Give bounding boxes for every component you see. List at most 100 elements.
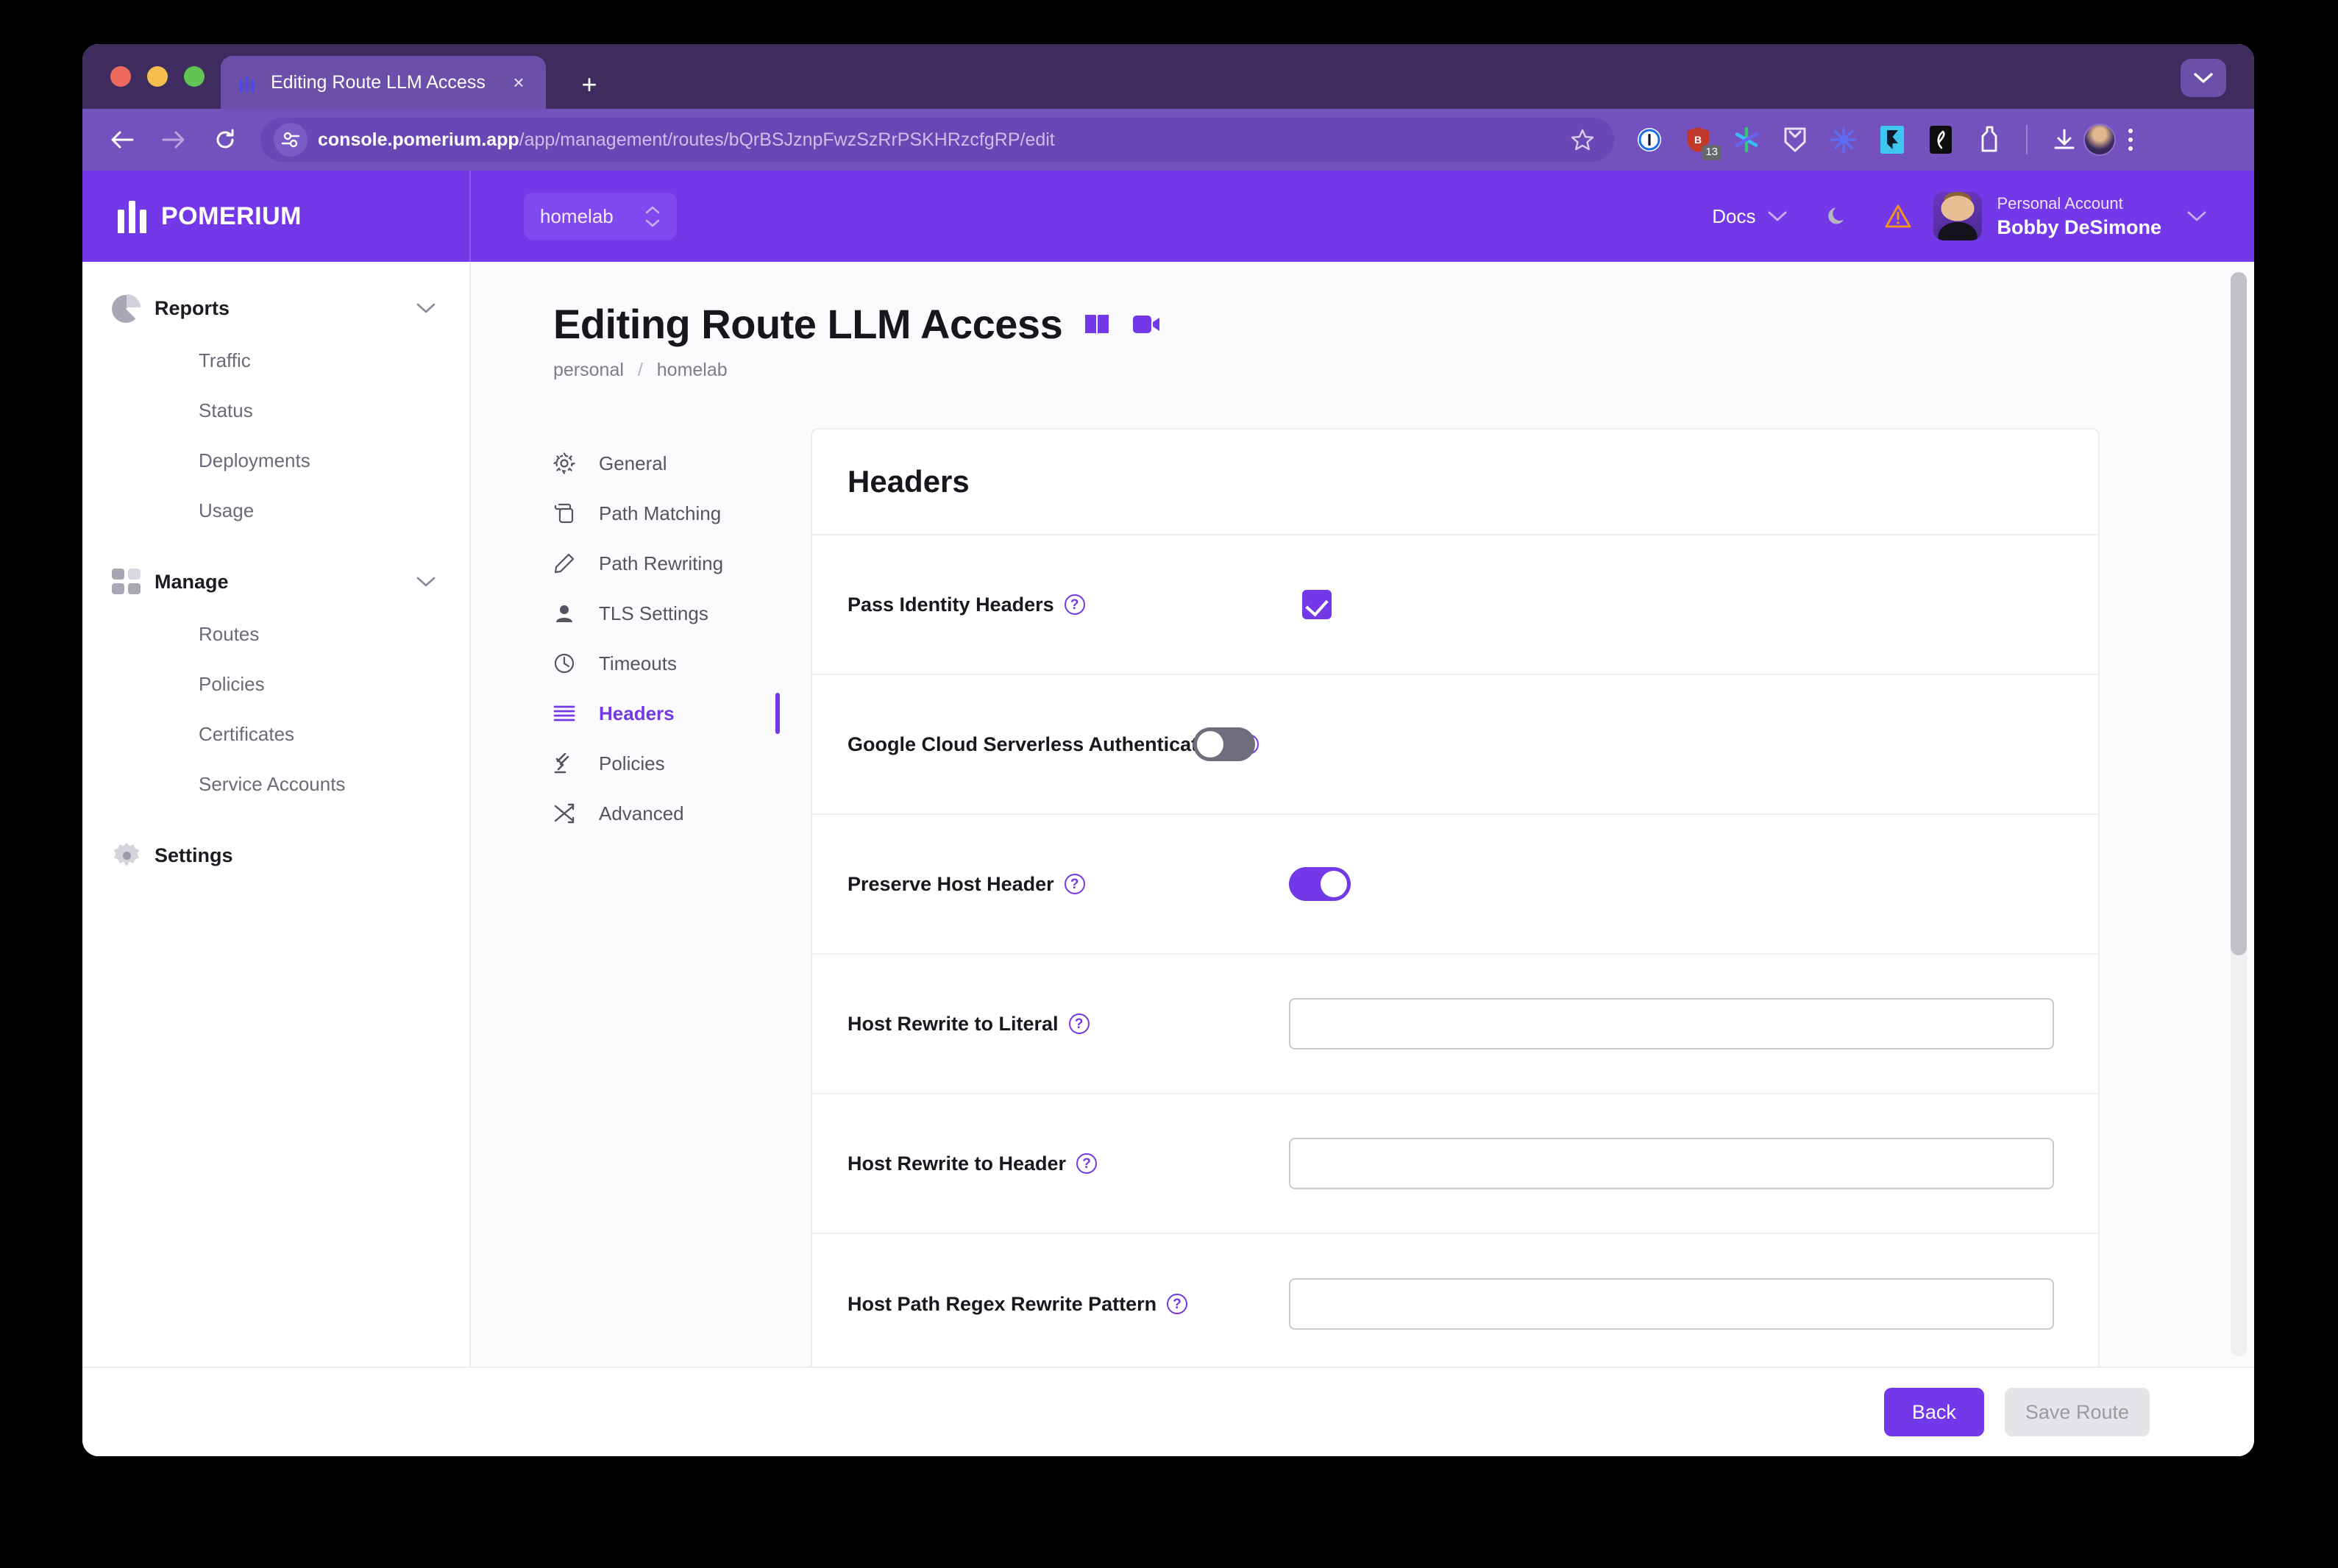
save-route-button[interactable]: Save Route [2004, 1388, 2150, 1436]
1password-extension-icon[interactable] [1635, 125, 1664, 154]
site-settings-icon[interactable] [274, 123, 308, 157]
reload-button[interactable] [206, 121, 244, 159]
downloads-button[interactable] [2045, 121, 2083, 159]
alert-button[interactable] [1876, 194, 1920, 238]
chevron-down-icon [415, 302, 437, 315]
chevron-extension-icon[interactable] [1780, 125, 1810, 154]
sidebar-item-service-accounts[interactable]: Service Accounts [82, 759, 469, 809]
sidebar-group-manage[interactable]: Manage [82, 555, 469, 609]
sidebar-item-settings[interactable]: Settings [82, 828, 469, 883]
sidebar-item-certificates[interactable]: Certificates [82, 709, 469, 759]
video-icon[interactable] [1131, 313, 1161, 336]
field-label: Host Path Regex Rewrite Pattern ? [848, 1293, 1289, 1316]
breadcrumb-parent[interactable]: personal [553, 360, 624, 380]
avatar[interactable] [1933, 192, 1983, 240]
lines-icon [553, 705, 586, 722]
card-title: Headers [848, 464, 970, 499]
tab-policies[interactable]: Policies [553, 738, 811, 788]
route-settings-tabs: General Path Matching Path Rewriting TLS… [553, 428, 811, 1366]
field-label: Host Rewrite to Header ? [848, 1152, 1289, 1175]
url-domain: console.pomerium.app [318, 129, 519, 150]
card-header: Headers [812, 430, 2098, 535]
field-label: Host Rewrite to Literal ? [848, 1013, 1289, 1036]
chevron-down-icon [1769, 211, 1787, 221]
maximize-window-button[interactable] [184, 66, 205, 87]
help-icon[interactable]: ? [1167, 1294, 1188, 1314]
breadcrumb-current[interactable]: homelab [657, 360, 728, 380]
tab-general[interactable]: General [553, 438, 811, 488]
sidebar-item-policies[interactable]: Policies [82, 659, 469, 709]
brand-logo[interactable]: POMERIUM [82, 171, 471, 262]
tab-headers[interactable]: Headers [553, 688, 811, 738]
field-label-text: Host Rewrite to Literal [848, 1012, 1059, 1035]
shield-extension-icon[interactable]: B 13 [1683, 125, 1721, 160]
book-icon[interactable] [1083, 312, 1111, 337]
close-icon[interactable]: × [506, 70, 531, 95]
host-rewrite-to-header-input[interactable] [1289, 1138, 2054, 1189]
browser-tab[interactable]: Editing Route LLM Access × [221, 56, 546, 109]
field-control [1289, 590, 2057, 619]
window-menu-button[interactable] [2181, 59, 2226, 97]
sidebar: Reports Traffic Status Deployments Usage… [82, 262, 471, 1366]
tab-advanced[interactable]: Advanced [553, 788, 811, 838]
tab-path-rewriting[interactable]: Path Rewriting [553, 538, 811, 588]
gavel-icon [553, 752, 586, 774]
tune-icon [281, 132, 300, 148]
back-button[interactable]: Back [1883, 1388, 1984, 1436]
tab-path-matching[interactable]: Path Matching [553, 488, 811, 538]
tab-timeouts[interactable]: Timeouts [553, 638, 811, 688]
form-row-pass-identity-headers: Pass Identity Headers ? [812, 535, 2098, 675]
help-icon[interactable]: ? [1064, 874, 1085, 894]
help-icon[interactable]: ? [1068, 1013, 1090, 1034]
arrow-left-icon [111, 131, 134, 149]
address-bar[interactable]: console.pomerium.app/app/management/rout… [260, 118, 1614, 162]
sidebar-item-traffic[interactable]: Traffic [82, 335, 469, 385]
pen-extension-icon[interactable] [1926, 125, 1955, 154]
sidebar-item-status[interactable]: Status [82, 385, 469, 435]
field-control [1289, 1138, 2057, 1189]
sidebar-item-routes[interactable]: Routes [82, 609, 469, 659]
bookmark-star-icon[interactable] [1567, 124, 1598, 155]
theme-toggle-button[interactable] [1816, 194, 1860, 238]
page-title-row: Editing Route LLM Access [471, 300, 2254, 348]
docs-dropdown-button[interactable] [1755, 194, 1799, 238]
main-scrollbar[interactable] [2231, 272, 2247, 1356]
google-cloud-serverless-auth-toggle[interactable] [1193, 727, 1255, 761]
asterisk-extension-icon[interactable] [1732, 125, 1761, 154]
body-row: Reports Traffic Status Deployments Usage… [82, 262, 2254, 1366]
pie-chart-icon [112, 293, 144, 323]
framer-extension-icon[interactable] [1877, 125, 1907, 154]
sidebar-item-usage[interactable]: Usage [82, 485, 469, 535]
workspace-switcher[interactable]: homelab [524, 193, 677, 240]
bottle-extension-icon[interactable] [1975, 125, 2004, 154]
close-window-button[interactable] [110, 66, 131, 87]
pass-identity-headers-checkbox[interactable] [1302, 590, 1332, 619]
sidebar-item-label: Settings [154, 844, 233, 866]
help-icon[interactable]: ? [1064, 594, 1085, 615]
account-dropdown-button[interactable] [2175, 194, 2219, 238]
form-row-host-rewrite-to-literal: Host Rewrite to Literal ? [812, 955, 2098, 1094]
arrow-right-icon [162, 131, 185, 149]
preserve-host-header-toggle[interactable] [1289, 867, 1351, 901]
form-footer: Back Save Route [82, 1366, 2254, 1456]
gear-icon [112, 841, 144, 870]
back-button[interactable] [103, 121, 141, 159]
scrollbar-thumb[interactable] [2231, 272, 2247, 955]
tab-tls-settings[interactable]: TLS Settings [553, 588, 811, 638]
person-icon [553, 602, 586, 624]
forward-button[interactable] [154, 121, 193, 159]
browser-profile-avatar[interactable] [2083, 124, 2116, 156]
sunburst-extension-icon[interactable] [1829, 125, 1858, 154]
kebab-menu-icon[interactable] [2116, 129, 2145, 151]
sidebar-item-deployments[interactable]: Deployments [82, 435, 469, 485]
sidebar-group-reports[interactable]: Reports [82, 281, 469, 335]
docs-link[interactable]: Docs [1712, 205, 1755, 228]
host-path-regex-rewrite-pattern-input[interactable] [1289, 1278, 2054, 1330]
field-label-text: Host Rewrite to Header [848, 1152, 1067, 1175]
new-tab-button[interactable]: + [575, 71, 603, 99]
minimize-window-button[interactable] [147, 66, 168, 87]
field-control [1289, 998, 2057, 1050]
help-icon[interactable]: ? [1076, 1153, 1098, 1174]
host-rewrite-to-literal-input[interactable] [1289, 998, 2054, 1050]
header-right: Docs Personal Account Bobby DeSimone [1712, 192, 2254, 240]
